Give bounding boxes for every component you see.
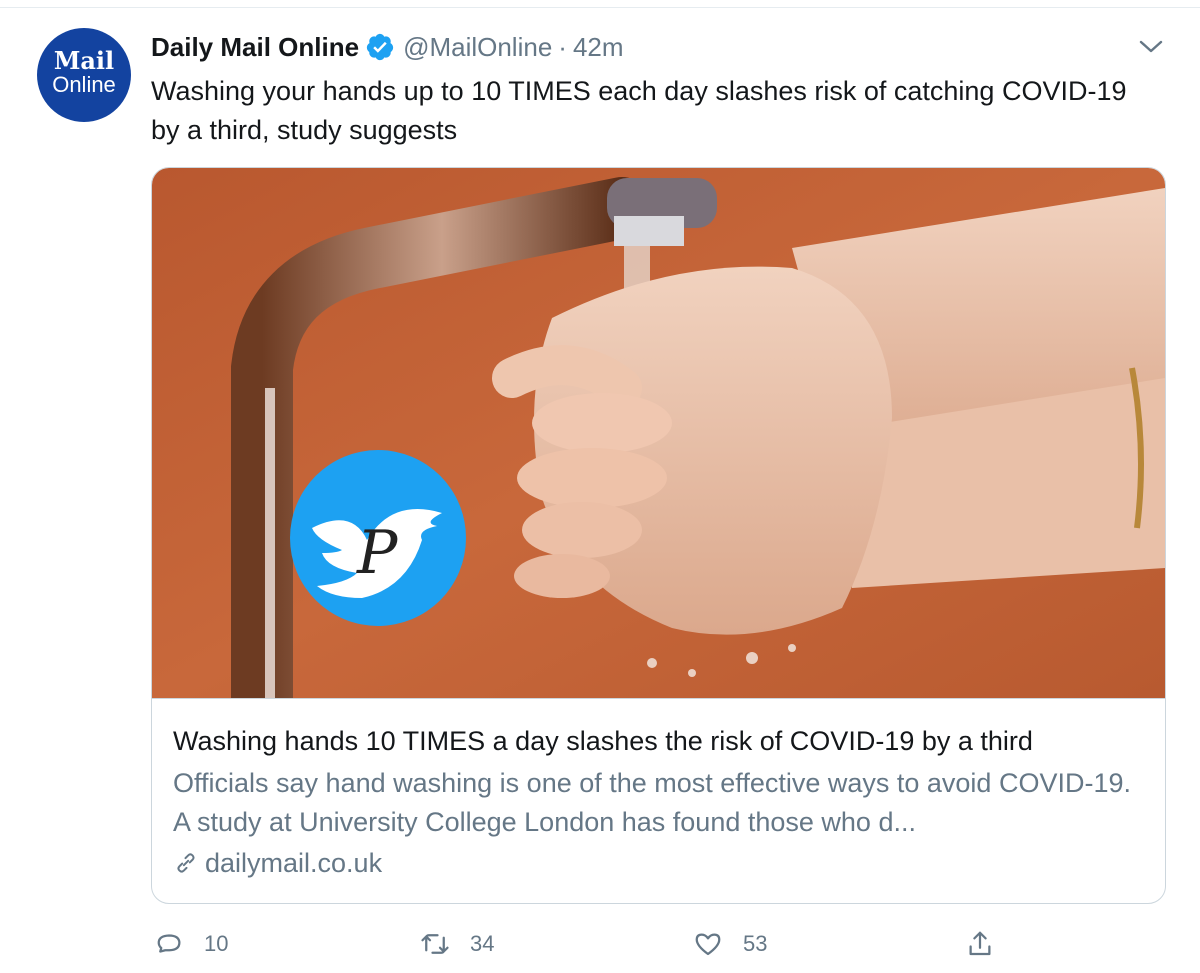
card-description: Officials say hand washing is one of the… (173, 768, 1131, 837)
avatar[interactable]: Mail Online (37, 28, 131, 122)
svg-text:P: P (356, 518, 399, 588)
separator-dot: · (558, 31, 567, 62)
tweet-timestamp[interactable]: 42m (573, 32, 624, 63)
retweet-count: 34 (470, 931, 495, 956)
reply-count: 10 (204, 931, 229, 956)
account-handle[interactable]: @MailOnline (403, 32, 552, 63)
link-card[interactable]: P Washing hands 10 TIMES a day slashes t… (151, 167, 1166, 904)
watermark-bird-icon: P (290, 450, 466, 626)
reply-icon (157, 934, 181, 953)
tweet[interactable]: Mail Online Daily Mail Online @MailOnlin… (0, 0, 1200, 973)
like-count: 53 (743, 931, 768, 956)
avatar-logo-online: Online (52, 72, 116, 97)
card-image[interactable]: P (152, 168, 1165, 699)
reply-button[interactable]: 10 (154, 926, 228, 962)
tweet-text: Washing your hands up to 10 TIMES each d… (151, 76, 1127, 145)
share-icon (969, 931, 991, 956)
heart-icon (695, 933, 721, 956)
share-button[interactable] (965, 926, 995, 962)
retweet-button[interactable]: 34 (420, 926, 494, 962)
link-icon (177, 853, 195, 873)
like-button[interactable]: 53 (693, 926, 767, 962)
account-name[interactable]: Daily Mail Online (151, 32, 359, 63)
verified-badge-icon (366, 33, 394, 61)
tweet-header: Daily Mail Online @MailOnline · 42m (151, 30, 624, 64)
retweet-icon (421, 934, 449, 954)
card-title[interactable]: Washing hands 10 TIMES a day slashes the… (173, 723, 1153, 759)
card-domain-text: dailymail.co.uk (205, 847, 383, 878)
chevron-down-icon[interactable] (1137, 36, 1165, 58)
card-domain[interactable]: dailymail.co.uk (173, 845, 382, 881)
avatar-logo-mail: Mail (53, 46, 115, 75)
